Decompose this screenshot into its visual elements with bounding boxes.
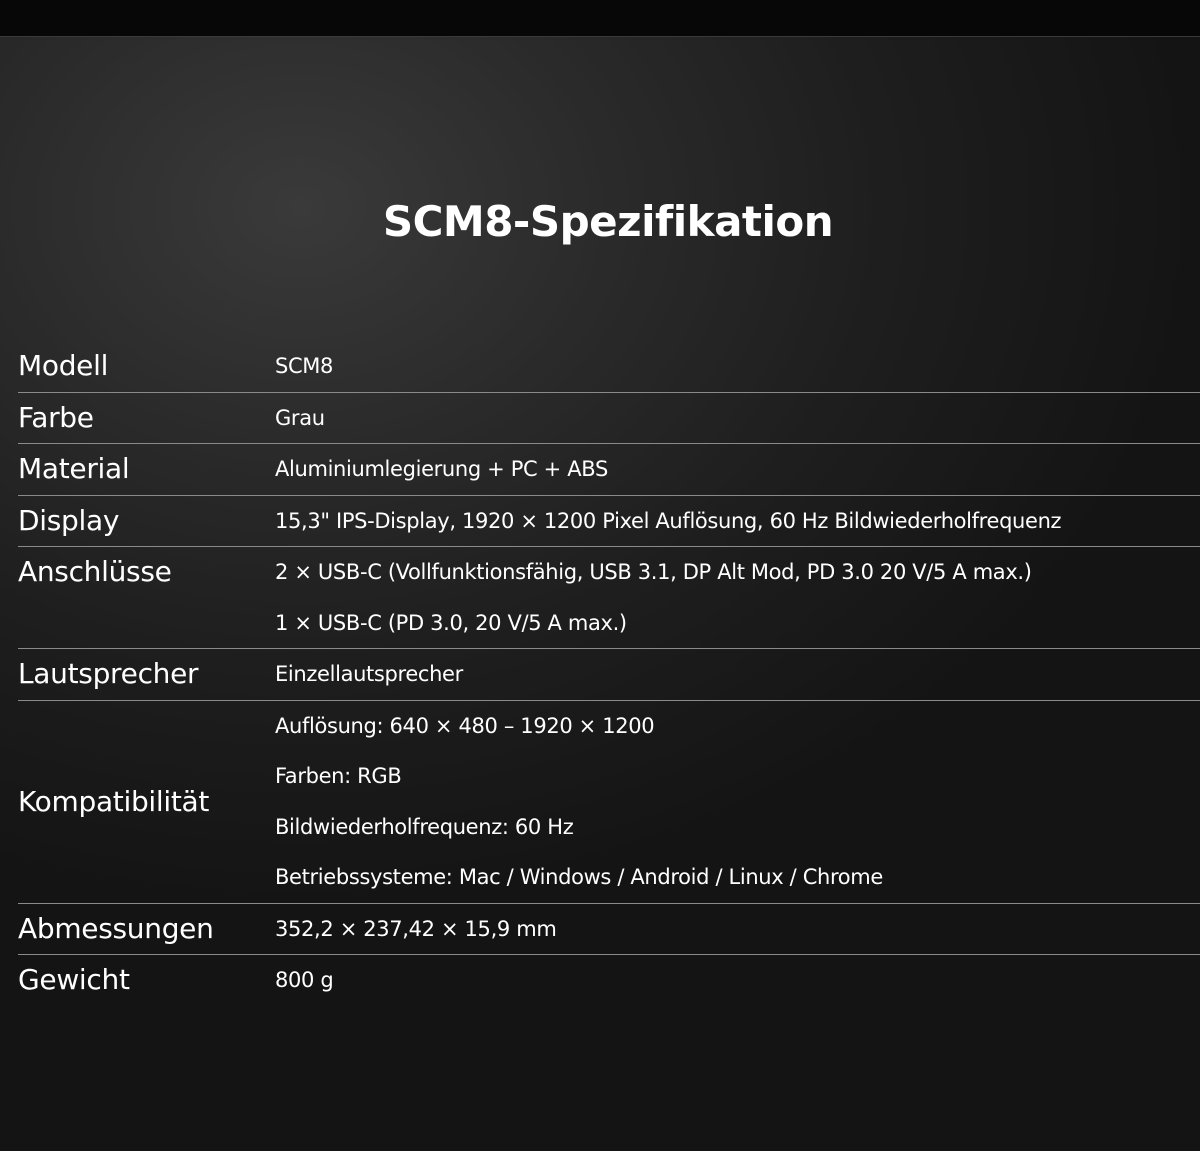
spec-row-kompatibilitaet: Kompatibilität Auflösung: 640 × 480 – 19… [18, 701, 1200, 904]
page-title: SCM8-Spezifikation [382, 197, 834, 246]
spec-value: Einzellautsprecher [275, 662, 463, 686]
spec-values: 800 g [275, 955, 1200, 1006]
spec-label: Material [18, 452, 130, 486]
spec-value: Farben: RGB [275, 764, 402, 788]
spec-values: 352,2 × 237,42 × 15,9 mm [275, 904, 1200, 955]
spec-page: SCM8-Spezifikation Modell SCM8 Farbe Gra… [0, 0, 1200, 1151]
spec-label: Abmessungen [18, 911, 214, 945]
spec-values: Auflösung: 640 × 480 – 1920 × 1200 Farbe… [275, 701, 1200, 903]
spec-row-farbe: Farbe Grau [18, 393, 1200, 444]
spec-values: Grau [275, 393, 1200, 444]
spec-value: Bildwiederholfrequenz: 60 Hz [275, 814, 574, 839]
spec-values: SCM8 [275, 341, 1200, 392]
spec-row-gewicht: Gewicht 800 g [18, 955, 1200, 1006]
spec-values: Aluminiumlegierung + PC + ABS [275, 444, 1200, 495]
spec-value: 800 g [275, 968, 334, 992]
spec-value: SCM8 [275, 354, 334, 378]
spec-values: 2 × USB-C (Vollfunktionsfähig, USB 3.1, … [275, 547, 1200, 648]
spec-label: Modell [18, 349, 109, 383]
spec-row-lautsprecher: Lautsprecher Einzellautsprecher [18, 649, 1200, 701]
spec-row-display: Display 15,3" IPS-Display, 1920 × 1200 P… [18, 496, 1200, 547]
spec-label: Farbe [18, 400, 94, 434]
spec-row-abmessungen: Abmessungen 352,2 × 237,42 × 15,9 mm [18, 904, 1200, 955]
spec-value: 1 × USB-C (PD 3.0, 20 V/5 A max.) [275, 610, 627, 635]
spec-table: Modell SCM8 Farbe Grau Material Aluminiu… [18, 341, 1200, 1006]
spec-label: Lautsprecher [18, 657, 199, 691]
spec-value: 352,2 × 237,42 × 15,9 mm [275, 916, 557, 941]
spec-row-material: Material Aluminiumlegierung + PC + ABS [18, 444, 1200, 496]
spec-values: 15,3" IPS-Display, 1920 × 1200 Pixel Auf… [275, 496, 1200, 547]
top-bar [0, 0, 1200, 37]
spec-row-anschluesse: Anschlüsse 2 × USB-C (Vollfunktionsfähig… [18, 547, 1200, 649]
spec-value: 15,3" IPS-Display, 1920 × 1200 Pixel Auf… [275, 508, 1062, 533]
spec-value: 2 × USB-C (Vollfunktionsfähig, USB 3.1, … [275, 560, 1032, 584]
spec-value: Auflösung: 640 × 480 – 1920 × 1200 [275, 713, 655, 738]
spec-row-modell: Modell SCM8 [18, 341, 1200, 393]
spec-label: Display [18, 503, 120, 537]
spec-label: Gewicht [18, 963, 130, 997]
spec-value: Aluminiumlegierung + PC + ABS [275, 457, 608, 481]
spec-label: Anschlüsse [18, 555, 172, 588]
spec-value: Betriebssysteme: Mac / Windows / Android… [275, 865, 883, 889]
spec-value: Grau [275, 405, 325, 430]
spec-label: Kompatibilität [18, 784, 210, 818]
spec-values: Einzellautsprecher [275, 649, 1200, 700]
